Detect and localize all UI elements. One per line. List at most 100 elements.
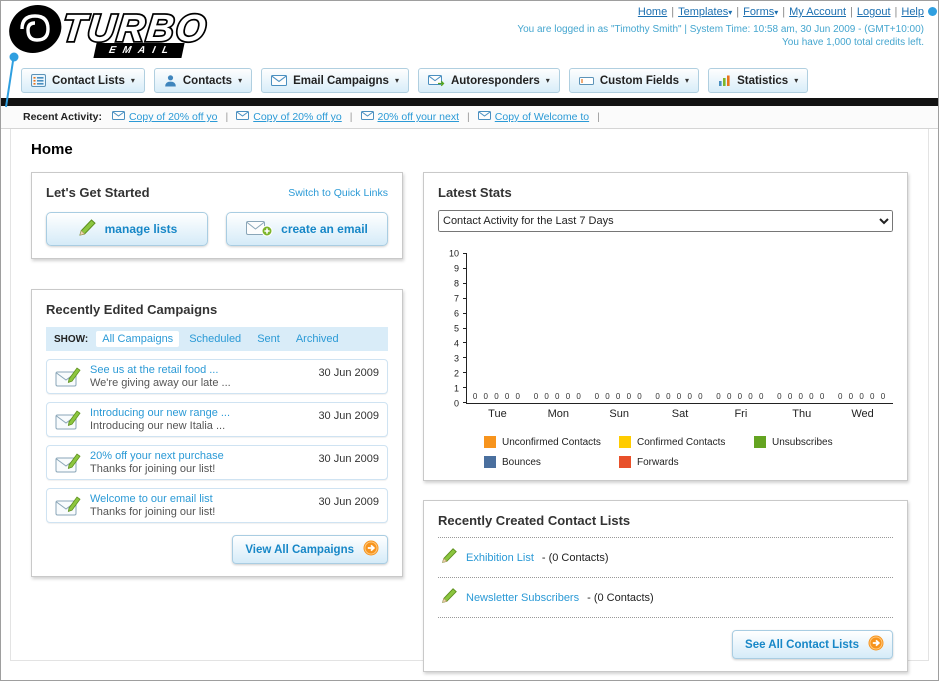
main-nav: Contact Lists ▾ Contacts ▾ Email Campaigns ▾ A… xyxy=(1,63,938,98)
y-tick-mark xyxy=(463,357,467,359)
chart-legend: Unconfirmed Contacts Confirmed Contacts Un… xyxy=(442,436,893,468)
nav-tab-contact-lists[interactable]: Contact Lists ▾ xyxy=(21,68,145,93)
campaign-title-link[interactable]: See us at the retail food ... xyxy=(90,364,310,376)
bar-value-labels: 0 0 0 0 0 xyxy=(655,392,705,401)
see-all-contact-lists-label: See All Contact Lists xyxy=(745,638,859,651)
contact-list-row[interactable]: Newsletter Subscribers - (0 Contacts) xyxy=(438,578,893,618)
autoresponders-icon xyxy=(427,74,445,87)
main-content: Home Let's Get Started Switch to Quick L… xyxy=(10,129,929,672)
manage-lists-button[interactable]: manage lists xyxy=(46,212,208,246)
filter-tab-scheduled[interactable]: Scheduled xyxy=(183,331,247,347)
nav-tab-statistics[interactable]: Statistics ▾ xyxy=(708,68,809,93)
y-tick-label: 3 xyxy=(453,353,459,364)
nav-tab-custom-fields[interactable]: Custom Fields ▾ xyxy=(568,68,700,93)
link-separator: | xyxy=(736,6,740,18)
bar-value-labels: 0 0 0 0 0 xyxy=(472,392,522,401)
nav-tab-email-campaigns[interactable]: Email Campaigns ▾ xyxy=(261,68,409,93)
activity-item[interactable]: 20% off your next xyxy=(360,111,460,123)
top-link-templates[interactable]: Templates ▾ xyxy=(678,6,732,18)
activity-link[interactable]: 20% off your next xyxy=(378,111,460,123)
latest-stats-panel: Latest Stats Contact Activity for the La… xyxy=(423,172,908,481)
campaign-title-link[interactable]: Introducing our new range ... xyxy=(90,407,310,419)
top-link-help[interactable]: Help xyxy=(901,6,924,18)
chevron-down-icon: ▾ xyxy=(728,8,733,17)
stats-activity-select[interactable]: Contact Activity for the Last 7 Days xyxy=(438,210,893,232)
campaign-title-link[interactable]: 20% off your next purchase xyxy=(90,450,310,462)
activity-item[interactable]: Copy of 20% off yo xyxy=(111,111,218,123)
view-all-campaigns-button[interactable]: View All Campaigns xyxy=(232,535,388,564)
campaign-row[interactable]: Introducing our new range ... Introducing… xyxy=(46,402,388,437)
activity-link[interactable]: Copy of 20% off yo xyxy=(129,111,218,123)
filter-tab-archived[interactable]: Archived xyxy=(290,331,345,347)
recent-activity-label: Recent Activity: xyxy=(23,111,102,123)
link-separator: | xyxy=(671,6,675,18)
chart-bar-group: 0 0 0 0 0 xyxy=(589,254,650,403)
contact-activity-chart: 0 1 2 3 4 5 6 7 8 9 10 0 0 0 0 00 0 0 0 00 0 0 0 0… xyxy=(438,249,893,468)
chevron-down-icon: ▾ xyxy=(130,76,135,85)
nav-tab-contacts[interactable]: Contacts ▾ xyxy=(153,68,253,93)
y-tick-mark xyxy=(463,327,467,329)
activity-link[interactable]: Copy of 20% off yo xyxy=(253,111,342,123)
x-axis-label: Sun xyxy=(609,408,629,420)
campaign-subtitle: Thanks for joining our list! xyxy=(90,506,216,518)
left-column: Let's Get Started Switch to Quick Links xyxy=(31,172,403,577)
campaign-text: Welcome to our email list Thanks for join… xyxy=(90,493,310,518)
nav-tab-label: Autoresponders xyxy=(450,74,540,87)
top-link-my-account[interactable]: My Account xyxy=(789,6,846,18)
campaign-subtitle: Introducing our new Italia ... xyxy=(90,420,226,432)
y-tick-mark xyxy=(463,387,467,389)
new-email-icon xyxy=(246,219,273,240)
activity-item[interactable]: Copy of Welcome to xyxy=(477,111,589,123)
legend-item: Forwards xyxy=(619,456,754,468)
chart-bar-group: 0 0 0 0 0 xyxy=(832,254,893,403)
filter-tab-all-campaigns[interactable]: All Campaigns xyxy=(96,331,180,347)
contact-list-items: Exhibition List - (0 Contacts) Newsletter … xyxy=(438,538,893,618)
statistics-icon xyxy=(718,74,731,87)
top-link-forms[interactable]: Forms ▾ xyxy=(743,6,778,18)
top-link-home[interactable]: Home xyxy=(638,6,667,18)
campaign-row[interactable]: 20% off your next purchase Thanks for joi… xyxy=(46,445,388,480)
contact-list-link[interactable]: Exhibition List xyxy=(466,552,534,564)
y-tick-mark xyxy=(463,253,467,254)
see-all-contact-lists-button[interactable]: See All Contact Lists xyxy=(732,630,893,659)
campaign-title-link[interactable]: Welcome to our email list xyxy=(90,493,310,505)
switch-quick-links-link[interactable]: Switch to Quick Links xyxy=(288,187,388,199)
campaign-row[interactable]: See us at the retail food ... We're givin… xyxy=(46,359,388,394)
contact-list-row[interactable]: Exhibition List - (0 Contacts) xyxy=(438,538,893,578)
contact-lists-icon xyxy=(31,74,46,87)
email-campaigns-icon xyxy=(271,75,288,86)
decoration-dot xyxy=(928,7,937,16)
chart-groups: 0 0 0 0 0 0 0 0 0 0 0 0 0 0 0 0 0 0 0 0 0 0 … xyxy=(467,254,893,403)
create-email-label: create an email xyxy=(281,222,368,236)
y-tick-mark xyxy=(463,402,467,403)
bar-value-labels: 0 0 0 0 0 xyxy=(594,392,644,401)
contact-list-link[interactable]: Newsletter Subscribers xyxy=(466,592,579,604)
create-email-button[interactable]: create an email xyxy=(226,212,388,246)
y-tick-mark xyxy=(463,267,467,269)
email-edit-icon xyxy=(55,494,82,517)
y-tick-mark xyxy=(463,342,467,344)
nav-tab-label: Statistics xyxy=(737,74,789,87)
legend-item: Bounces xyxy=(484,456,619,468)
nav-tab-autoresponders[interactable]: Autoresponders ▾ xyxy=(417,68,560,93)
manage-lists-label: manage lists xyxy=(104,222,178,236)
legend-label: Confirmed Contacts xyxy=(637,436,726,448)
campaign-text: See us at the retail food ... We're givin… xyxy=(90,364,310,389)
chevron-down-icon: ▾ xyxy=(685,76,690,85)
top-links: Home | Templates ▾ | Forms ▾ | My Account | Logo… xyxy=(638,6,924,18)
x-axis-label: Mon xyxy=(547,408,569,420)
y-tick-label: 8 xyxy=(453,278,459,289)
activity-item[interactable]: Copy of 20% off yo xyxy=(236,111,342,123)
header: TURBO EMAIL Home | Templates ▾ | Forms ▾ | My … xyxy=(1,1,938,63)
campaign-subtitle: Thanks for joining our list! xyxy=(90,463,216,475)
arrow-right-icon xyxy=(868,635,884,654)
campaign-row[interactable]: Welcome to our email list Thanks for join… xyxy=(46,488,388,523)
y-tick-mark xyxy=(463,297,467,299)
recent-campaigns-panel: Recently Edited Campaigns SHOW: All Camp… xyxy=(31,289,403,577)
y-tick-label: 7 xyxy=(453,293,459,304)
activity-link[interactable]: Copy of Welcome to xyxy=(495,111,589,123)
filter-tab-sent[interactable]: Sent xyxy=(251,331,286,347)
x-axis-label: Thu xyxy=(792,408,812,420)
top-link-logout[interactable]: Logout xyxy=(857,6,891,18)
y-tick-mark xyxy=(463,312,467,314)
